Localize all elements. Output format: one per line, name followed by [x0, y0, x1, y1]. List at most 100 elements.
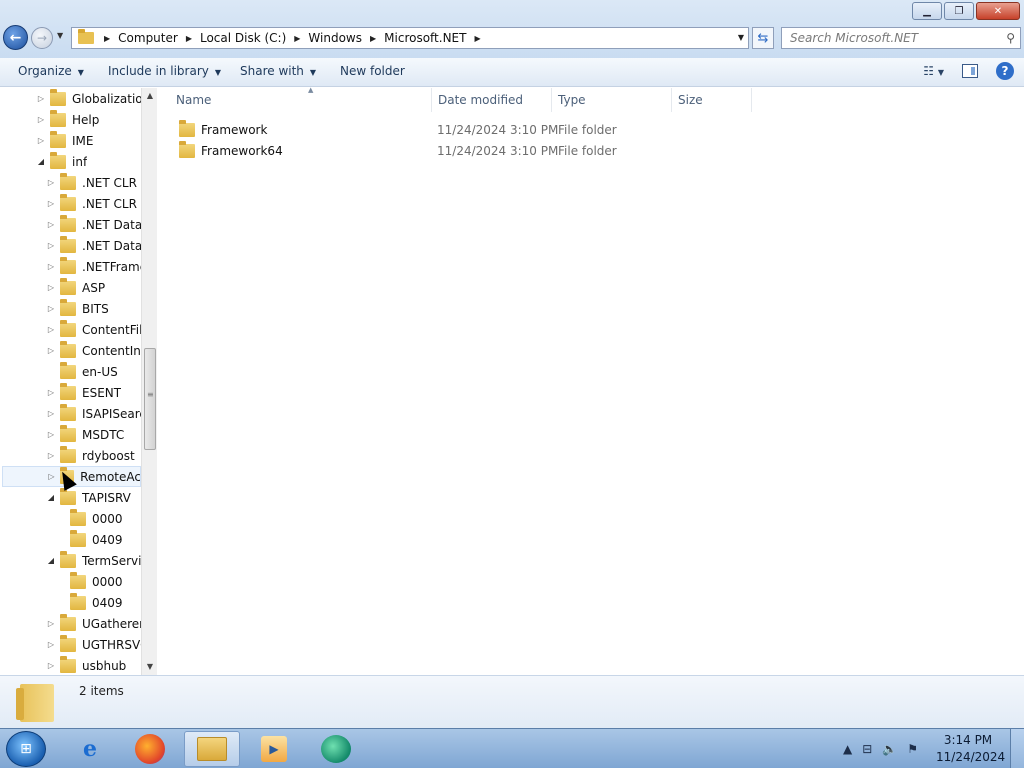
chevron-right-icon[interactable]: ▶ — [290, 34, 304, 43]
taskbar-media-player[interactable]: ▶ — [246, 731, 302, 767]
breadcrumb-local-disk[interactable]: Local Disk (C:) — [196, 31, 290, 45]
tree-item[interactable]: ▷ UGTHRSVC — [46, 634, 149, 655]
show-desktop-button[interactable] — [1010, 729, 1024, 768]
expand-arrow-icon[interactable]: ▷ — [46, 388, 56, 397]
expand-arrow-icon[interactable]: ▷ — [46, 640, 56, 649]
navigation-scrollbar[interactable]: ▲ ≡ ▼ — [141, 88, 157, 675]
preview-pane-button[interactable] — [962, 64, 978, 78]
taskbar-windows-explorer[interactable] — [184, 731, 240, 767]
expand-arrow-icon[interactable]: ▷ — [46, 262, 56, 271]
chevron-right-icon[interactable]: ▶ — [100, 34, 114, 43]
scroll-up-arrow-icon[interactable]: ▲ — [142, 88, 158, 104]
expand-arrow-icon[interactable]: ▷ — [46, 220, 56, 229]
taskbar-firefox[interactable] — [122, 731, 178, 767]
tree-item[interactable]: ▷ ISAPISearch — [46, 403, 154, 424]
volume-muted-icon[interactable]: 🔈 — [882, 742, 897, 756]
expand-arrow-icon[interactable]: ▷ — [46, 283, 56, 292]
tree-item[interactable]: 0409 — [56, 592, 123, 613]
expand-arrow-icon[interactable]: ▷ — [46, 199, 56, 208]
scrollbar-thumb[interactable]: ≡ — [144, 348, 156, 450]
column-header-date-modified[interactable]: Date modified — [432, 88, 552, 112]
close-button[interactable]: ✕ — [976, 2, 1020, 20]
tree-item[interactable]: ◢ TermServic — [46, 550, 148, 571]
help-button[interactable]: ? — [996, 62, 1014, 80]
expand-arrow-icon[interactable]: ▷ — [46, 409, 56, 418]
show-hidden-icons-button[interactable]: ▲ — [843, 742, 852, 756]
taskbar-clock[interactable]: 3:14 PM 11/24/2024 — [936, 732, 1005, 766]
tree-item[interactable]: ▷ ASP — [46, 277, 105, 298]
include-in-library-button[interactable]: Include in library ▼ — [108, 64, 221, 78]
recent-pages-dropdown[interactable]: ▼ — [57, 31, 63, 40]
breadcrumb-windows[interactable]: Windows — [304, 31, 366, 45]
address-bar[interactable]: ▶ Computer ▶ Local Disk (C:) ▶ Windows ▶… — [71, 27, 749, 49]
tree-item[interactable]: ◢ inf — [36, 151, 87, 172]
start-button[interactable]: ⊞ — [6, 731, 46, 767]
collapse-arrow-icon[interactable]: ◢ — [46, 493, 56, 502]
tree-item[interactable]: 0000 — [56, 571, 123, 592]
tree-item[interactable]: ▷ .NET CLR D — [46, 172, 150, 193]
tree-item[interactable]: ▷ ESENT — [46, 382, 121, 403]
collapse-arrow-icon[interactable]: ◢ — [36, 157, 46, 166]
tree-item[interactable]: ◢ TAPISRV — [46, 487, 131, 508]
tree-item[interactable]: ▷ .NET Data F — [46, 235, 153, 256]
tree-item[interactable]: ▷ Globalization — [36, 88, 150, 109]
change-view-button[interactable]: ☷ ▼ — [923, 64, 944, 78]
new-folder-button[interactable]: New folder — [340, 64, 405, 78]
expand-arrow-icon[interactable]: ▷ — [46, 178, 56, 187]
expand-arrow-icon[interactable]: ▷ — [46, 346, 56, 355]
tree-item[interactable]: ▷ MSDTC — [46, 424, 124, 445]
expand-arrow-icon[interactable]: ▷ — [46, 304, 56, 313]
table-row[interactable]: Framework 11/24/2024 3:10 PM File folder — [176, 119, 776, 140]
column-header-size[interactable]: Size — [672, 88, 752, 112]
chevron-right-icon[interactable]: ▶ — [182, 34, 196, 43]
tree-item[interactable]: ▷ ContentFilt — [46, 319, 147, 340]
chevron-right-icon[interactable]: ▶ — [470, 34, 484, 43]
expand-arrow-icon[interactable]: ▷ — [46, 430, 56, 439]
search-input[interactable]: Search Microsoft.NET ⚲ — [781, 27, 1021, 49]
tree-item[interactable]: ▷ Help — [36, 109, 99, 130]
expand-arrow-icon[interactable]: ▷ — [46, 619, 56, 628]
tree-item[interactable]: ▷ rdyboost — [46, 445, 135, 466]
restore-button[interactable]: ❐ — [944, 2, 974, 20]
expand-arrow-icon[interactable]: ▷ — [36, 136, 46, 145]
search-icon[interactable]: ⚲ — [1006, 31, 1015, 45]
chevron-right-icon[interactable]: ▶ — [366, 34, 380, 43]
tree-item[interactable]: en-US — [46, 361, 118, 382]
breadcrumb-microsoft-net[interactable]: Microsoft.NET — [380, 31, 470, 45]
expand-arrow-icon[interactable]: ▷ — [46, 241, 56, 250]
expand-arrow-icon[interactable]: ▷ — [36, 94, 46, 103]
refresh-button[interactable]: ⇆ — [752, 27, 774, 49]
tree-item[interactable]: ▷ usbhub — [46, 655, 126, 675]
share-with-button[interactable]: Share with ▼ — [240, 64, 316, 78]
tree-item[interactable]: ▷ .NET CLR N — [46, 193, 150, 214]
tree-item[interactable]: ▷ .NETFrame — [46, 256, 147, 277]
tree-item[interactable]: ▷ .NET Data F — [46, 214, 153, 235]
minimize-button[interactable]: ▁ — [912, 2, 942, 20]
table-row[interactable]: Framework64 11/24/2024 3:10 PM File fold… — [176, 140, 776, 161]
organize-button[interactable]: Organize ▼ — [18, 64, 84, 78]
expand-arrow-icon[interactable]: ▷ — [47, 472, 56, 481]
expand-arrow-icon[interactable]: ▷ — [46, 325, 56, 334]
address-history-dropdown[interactable]: ▼ — [738, 33, 744, 42]
forward-button[interactable]: → — [31, 27, 53, 49]
tree-item[interactable]: 0000 — [56, 508, 123, 529]
expand-arrow-icon[interactable]: ▷ — [46, 451, 56, 460]
column-header-name[interactable]: Name ▲ — [170, 86, 432, 112]
tree-item[interactable]: ▷ IME — [36, 130, 93, 151]
network-icon[interactable]: ⊟ — [862, 742, 872, 756]
tree-item[interactable]: ▷ ContentInd — [46, 340, 149, 361]
action-center-flag-icon[interactable]: ⚑ — [907, 742, 918, 756]
taskbar-internet-explorer[interactable]: e — [62, 731, 118, 767]
taskbar-green-app[interactable] — [308, 731, 364, 767]
expand-arrow-icon[interactable]: ▷ — [36, 115, 46, 124]
tree-item[interactable]: 0409 — [56, 529, 123, 550]
tree-item[interactable]: ▷ UGatherer — [46, 613, 144, 634]
folder-icon — [70, 592, 86, 610]
scroll-down-arrow-icon[interactable]: ▼ — [142, 659, 158, 675]
breadcrumb-computer[interactable]: Computer — [114, 31, 182, 45]
column-header-type[interactable]: Type — [552, 88, 672, 112]
collapse-arrow-icon[interactable]: ◢ — [46, 556, 56, 565]
back-button[interactable]: ← — [3, 25, 28, 50]
expand-arrow-icon[interactable]: ▷ — [46, 661, 56, 670]
tree-item[interactable]: ▷ BITS — [46, 298, 109, 319]
